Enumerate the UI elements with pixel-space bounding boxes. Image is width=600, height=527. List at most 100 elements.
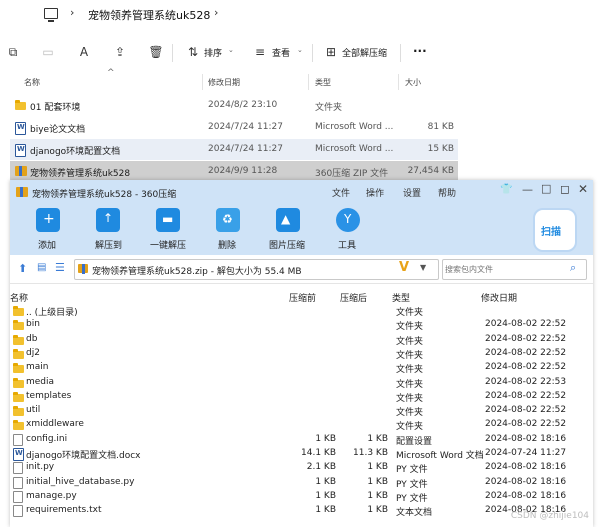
recycle-delete-icon[interactable]: ♻ <box>216 208 240 232</box>
file-date: 2024-07-24 11:27 <box>485 448 567 458</box>
table-row[interactable]: bin 文件夹 2024-08-02 22:52 <box>10 318 593 332</box>
one-click-extract-button[interactable]: 一键解压 <box>150 238 186 251</box>
column-date[interactable]: 修改日期 <box>481 291 517 304</box>
file-explorer-window: › 宠物领养管理系统uk528 › ⧉ ▭ A ⇪ 🗑 ⇅ 排序 ⌄ ≡ 查看 … <box>0 0 600 190</box>
sort-icon[interactable]: ⇅ <box>185 44 201 60</box>
table-row[interactable]: templates 文件夹 2024-08-02 22:52 <box>10 390 593 404</box>
minimize-icon[interactable]: — <box>522 183 533 196</box>
column-name[interactable]: 名称 <box>10 291 28 304</box>
delete-icon[interactable]: 🗑 <box>148 44 164 60</box>
rename-icon[interactable]: A <box>76 44 92 60</box>
file-date: 2024-08-02 18:16 <box>485 433 567 444</box>
column-date[interactable]: 修改日期 <box>208 77 240 88</box>
copy-icon[interactable]: ⧉ <box>5 44 21 60</box>
table-row[interactable]: manage.py 1 KB 1 KB PY 文件 2024-08-02 18:16 <box>10 490 593 504</box>
column-size-after[interactable]: 压缩后 <box>340 291 367 304</box>
dropdown-arrow-icon[interactable]: ▼ <box>420 263 426 272</box>
more-options-button[interactable]: ··· <box>413 44 427 58</box>
table-row[interactable]: db 文件夹 2024-08-02 22:52 <box>10 333 593 347</box>
add-icon[interactable]: + <box>36 208 60 232</box>
this-pc-icon[interactable] <box>44 8 58 22</box>
column-divider[interactable] <box>202 74 203 90</box>
file-icon <box>13 490 23 503</box>
shirt-skin-icon[interactable]: 👕 <box>500 184 512 195</box>
table-row[interactable]: initial_hive_database.py 1 KB 1 KB PY 文件 202… <box>10 476 593 490</box>
image-compress-icon[interactable]: ▲ <box>276 208 300 232</box>
table-row[interactable]: util 文件夹 2024-08-02 22:52 <box>10 404 593 418</box>
sort-button[interactable]: 排序 <box>204 46 222 59</box>
table-row[interactable]: init.py 2.1 KB 1 KB PY 文件 2024-08-02 18:16 <box>10 461 593 475</box>
file-name: config.ini <box>26 433 68 444</box>
list-item[interactable]: biye论文文档 2024/7/24 11:27 Microsoft Word … <box>10 117 458 138</box>
extract-to-button[interactable]: 解压到 <box>95 238 122 251</box>
one-click-extract-icon[interactable]: ▬ <box>156 208 180 232</box>
column-size[interactable]: 大小 <box>405 77 421 88</box>
up-arrow-icon[interactable]: ⬆ <box>18 262 27 275</box>
folder-icon <box>13 377 24 388</box>
table-row[interactable]: .. (上级目录) 文件夹 <box>10 304 593 318</box>
column-divider[interactable] <box>398 74 399 90</box>
share-icon[interactable]: ⇪ <box>112 44 128 60</box>
extract-to-icon[interactable]: ↑ <box>96 208 120 232</box>
menu-file[interactable]: 文件 <box>332 186 350 199</box>
list-item[interactable]: djanogo环境配置文档 2024/7/24 11:27 Microsoft … <box>10 139 458 160</box>
table-row[interactable]: dj2 文件夹 2024-08-02 22:52 <box>10 347 593 361</box>
table-row[interactable]: xmiddleware 文件夹 2024-08-02 22:52 <box>10 418 593 432</box>
file-date: 2024-08-02 22:52 <box>485 419 567 430</box>
chevron-right-icon[interactable]: › <box>70 6 74 19</box>
restore-icon[interactable]: □ <box>541 182 551 195</box>
v-verified-icon[interactable]: V <box>399 260 409 275</box>
paste-icon[interactable]: ▭ <box>40 44 56 60</box>
chevron-right-icon[interactable]: › <box>214 6 218 19</box>
table-row[interactable]: requirements.txt 1 KB 1 KB 文本文档 2024-08-02 1… <box>10 504 593 518</box>
column-divider[interactable] <box>308 74 309 90</box>
add-button[interactable]: 添加 <box>38 238 56 251</box>
file-name: db <box>26 333 38 344</box>
search-box[interactable]: 搜索包内文件 ⌕ <box>442 259 587 280</box>
search-input[interactable]: 搜索包内文件 <box>445 264 493 275</box>
column-type[interactable]: 类型 <box>392 291 410 304</box>
extract-all-button[interactable]: 全部解压缩 <box>342 46 387 59</box>
file-date: 2024/7/24 11:27 <box>208 144 283 154</box>
file-type: 文件夹 <box>396 422 424 433</box>
view-icon[interactable]: ≡ <box>252 44 268 60</box>
list-view-icon[interactable]: ▤ <box>37 262 46 273</box>
extract-icon[interactable]: ⊞ <box>323 44 339 60</box>
table-row[interactable]: config.ini 1 KB 1 KB 配置设置 2024-08-02 18:16 <box>10 433 593 447</box>
image-compress-button[interactable]: 图片压缩 <box>269 238 305 251</box>
search-icon[interactable]: ⌕ <box>570 261 576 275</box>
delete-button[interactable]: 删除 <box>218 238 236 251</box>
chevron-down-icon[interactable]: ⌄ <box>228 46 234 54</box>
column-name[interactable]: 名称 <box>24 77 40 88</box>
file-name: biye论文文档 <box>30 125 86 135</box>
file-type: 文件夹 <box>396 393 424 404</box>
window-title: 宠物领养管理系统uk528 - 360压缩 <box>32 190 177 200</box>
close-icon[interactable]: ✕ <box>578 182 588 196</box>
file-name: .. (上级目录) <box>26 308 78 318</box>
tools-button[interactable]: 工具 <box>338 238 356 251</box>
column-size-before[interactable]: 压缩前 <box>289 291 316 304</box>
breadcrumb-current-folder[interactable]: 宠物领养管理系统uk528 <box>88 7 210 23</box>
menu-help[interactable]: 帮助 <box>438 186 456 199</box>
file-name: util <box>26 405 41 416</box>
column-type[interactable]: 类型 <box>315 77 331 88</box>
menu-operation[interactable]: 操作 <box>366 186 384 199</box>
menu-settings[interactable]: 设置 <box>403 186 421 199</box>
size-after: 1 KB <box>367 476 388 487</box>
view-button[interactable]: 查看 <box>272 46 290 59</box>
table-row[interactable]: main 文件夹 2024-08-02 22:52 <box>10 361 593 375</box>
table-row[interactable]: djanogo环境配置文档.docx 14.1 KB 11.3 KB Microsof… <box>10 447 593 461</box>
table-row[interactable]: media 文件夹 2024-08-02 22:53 <box>10 376 593 390</box>
scan-badge[interactable]: 扫描 <box>533 208 577 252</box>
chevron-down-icon[interactable]: ⌄ <box>297 46 303 54</box>
archive-path-field[interactable]: 宠物领养管理系统uk528.zip - 解包大小为 55.4 MB V ▼ <box>74 259 439 280</box>
size-before: 14.1 KB <box>301 448 336 458</box>
file-type: 360压缩 ZIP 文件 <box>315 169 389 179</box>
file-name: media <box>26 376 55 387</box>
list-item[interactable]: 宠物领养管理系统uk528 2024/9/9 11:28 360压缩 ZIP 文… <box>10 161 458 182</box>
tools-icon[interactable]: Y <box>336 208 360 232</box>
list-item[interactable]: 01 配套环境 2024/8/2 23:10 文件夹 <box>10 95 458 116</box>
detail-view-icon[interactable]: ☰ <box>55 261 65 274</box>
app-icon <box>16 187 28 197</box>
maximize-icon[interactable]: ◻ <box>560 182 570 196</box>
